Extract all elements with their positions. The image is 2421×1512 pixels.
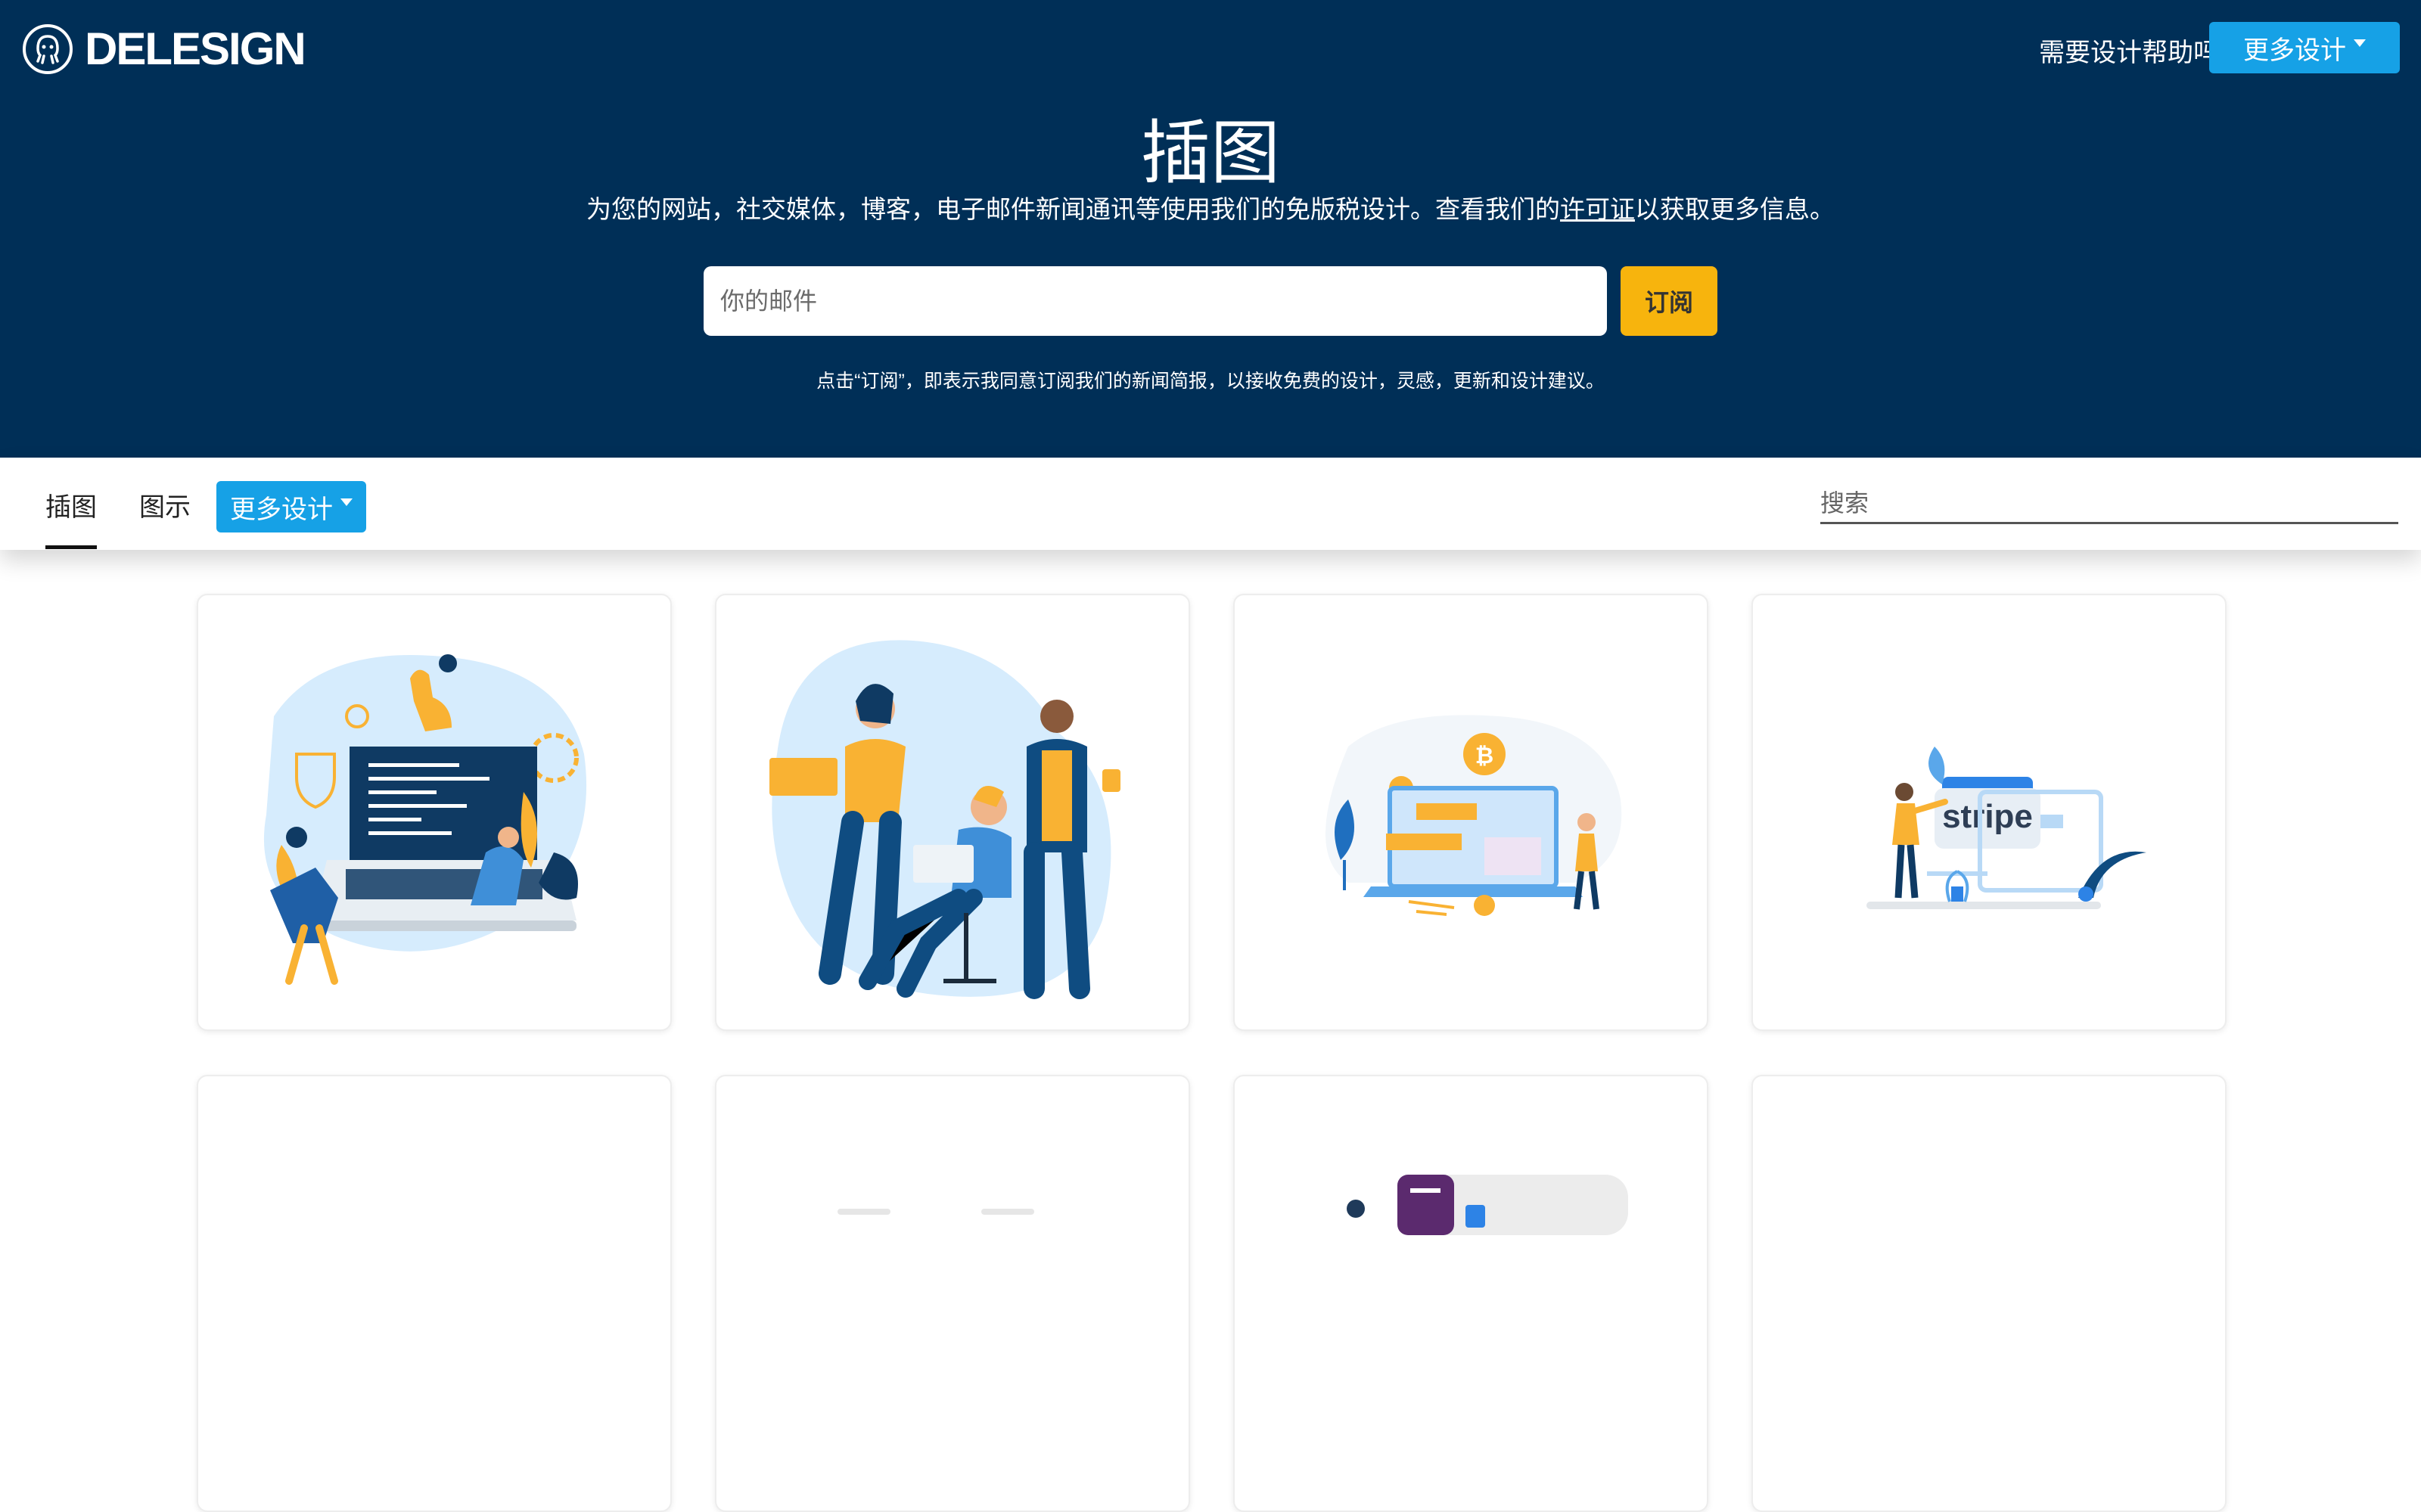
subtitle-text-before: 为您的网站，社交媒体，博客，电子邮件新闻通讯等使用我们的免版税设计。查看我们的: [586, 195, 1560, 223]
illustration-card-stripe[interactable]: stripe: [1751, 594, 2227, 1031]
coding-laptop-illustration: [263, 654, 587, 985]
tab-illustrations[interactable]: 插图: [45, 486, 97, 549]
illustration-card-crypto[interactable]: ₿: [1233, 594, 1708, 1031]
license-link[interactable]: 许可证: [1560, 195, 1635, 223]
illustration-card-team[interactable]: [715, 594, 1190, 1031]
illustration-preview-6: [838, 1209, 1034, 1215]
brand-logo[interactable]: DELESIGN: [21, 23, 306, 76]
category-nav: 插图 图示 更多设计: [0, 458, 2421, 550]
caret-down-icon: [340, 498, 353, 506]
nav-more-designs-dropdown[interactable]: 更多设计: [216, 481, 366, 532]
caret-down-icon: [2354, 39, 2366, 47]
email-input[interactable]: [704, 266, 1607, 336]
hero-banner: DELESIGN 需要设计帮助吗? 更多设计 插图 为您的网站，社交媒体，博客，…: [0, 0, 2421, 458]
svg-text:₿: ₿: [1475, 743, 1493, 769]
consent-text: 点击“订阅”，即表示我同意订阅我们的新闻简报，以接收免费的设计，灵感，更新和设计…: [816, 371, 1605, 392]
logo-text: DELESIGN: [85, 23, 306, 74]
more-designs-dropdown[interactable]: 更多设计: [2209, 22, 2400, 73]
illustration-card-coding[interactable]: [197, 594, 672, 1031]
tab-icons[interactable]: 图示: [139, 486, 191, 523]
illustration-preview-7: [1347, 1175, 1628, 1235]
subtitle-text-after: 以获取更多信息。: [1635, 195, 1835, 223]
crypto-laptop-illustration: ₿: [1325, 715, 1622, 916]
illustration-card-6[interactable]: [715, 1075, 1190, 1512]
search-input[interactable]: [1820, 485, 2398, 524]
team-illustration: [769, 640, 1120, 999]
design-help-link[interactable]: 需要设计帮助吗?: [2039, 32, 2233, 69]
nav-more-designs-label: 更多设计: [230, 495, 333, 524]
page-title: 插图: [1140, 115, 1280, 192]
illustration-card-7[interactable]: [1233, 1075, 1708, 1512]
illustration-card-8[interactable]: [1751, 1075, 2227, 1512]
hero-subtitle: 为您的网站，社交媒体，博客，电子邮件新闻通讯等使用我们的免版税设计。查看我们的许…: [0, 189, 2421, 225]
illustration-card-5[interactable]: [197, 1075, 672, 1512]
subscribe-button[interactable]: 订阅: [1621, 266, 1717, 336]
stripe-logo-text: stripe: [1942, 798, 2033, 835]
octopus-logo-icon: [23, 24, 73, 74]
more-designs-label: 更多设计: [2243, 36, 2346, 65]
stripe-payment-illustration: stripe: [1866, 747, 2146, 909]
